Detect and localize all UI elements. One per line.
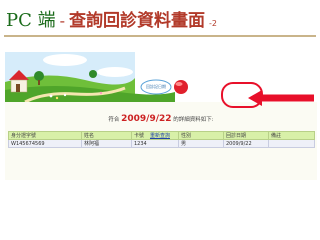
cell-card: 1234 [131,139,179,148]
title-divider [4,35,316,37]
title-separator: - [59,11,66,30]
requery-link[interactable]: 重新查詢 [0,132,320,139]
result-summary: 符合 2009/9/22 的詳細資料如下: [5,114,317,124]
result-prefix: 符合 [108,117,120,123]
cell-name: 林阿福 [81,139,132,148]
table-row: W145674569 林阿福 1234 男 2009/9/22 [8,139,315,148]
cell-gender: 男 [178,139,224,148]
cell-id: W145674569 [8,139,82,148]
result-date: 2009/9/22 [121,114,172,124]
cell-date: 2009/9/22 [223,139,269,148]
screenshot-panel: 回診記日期 符合 2009/9/22 的詳細資料如下: 身分證字號 姓名 卡號 … [5,52,317,180]
content-area: 符合 2009/9/22 的詳細資料如下: 身分證字號 姓名 卡號 性別 回診日… [5,102,317,180]
left-arrow-icon [248,90,314,106]
slide-title: PC 端 - 查詢回診資料畫面 -2 [6,6,217,34]
title-main: 查詢回診資料畫面 [69,11,206,31]
result-suffix: 的詳細資料如下: [173,117,214,123]
cell-note [268,139,315,148]
badge-text: 回診記日期 [146,84,166,89]
title-prefix: PC 端 [6,10,56,31]
title-suffix: -2 [209,19,217,28]
